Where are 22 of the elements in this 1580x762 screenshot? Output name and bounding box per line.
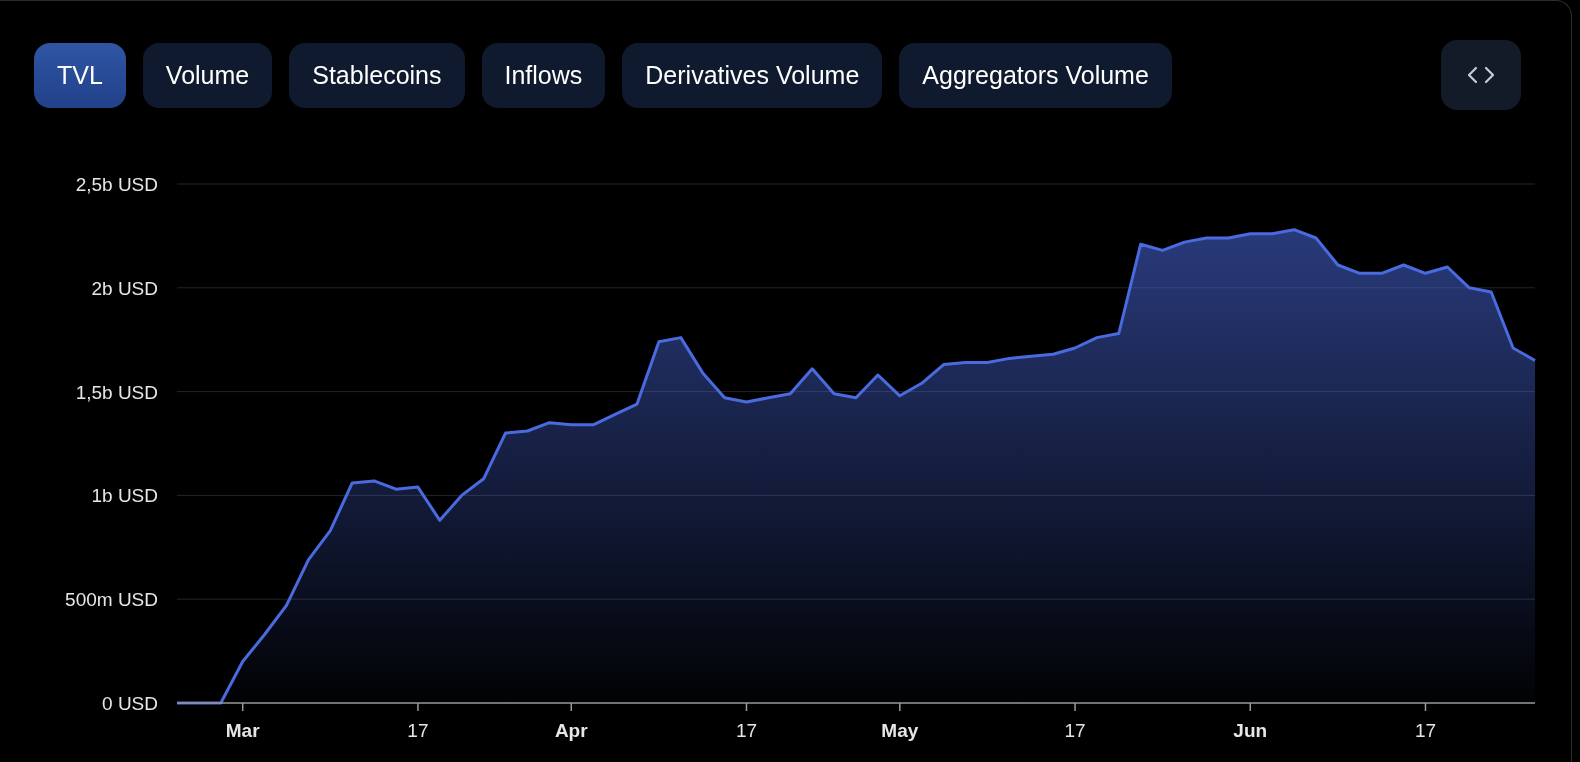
chart-tab[interactable]: Stablecoins (289, 42, 465, 108)
chart-tab[interactable]: Volume (142, 42, 273, 108)
axis-label: Apr (554, 720, 588, 741)
axis-label: 17 (407, 720, 429, 741)
code-icon (1467, 66, 1495, 84)
axis-label: 1,5b USD (75, 381, 158, 403)
axis-label: 0 USD (102, 693, 158, 714)
axis-label: 500m USD (65, 589, 158, 611)
embed-button[interactable] (1441, 40, 1521, 110)
axis-label: 1b USD (91, 485, 158, 507)
axis-label: Mar (225, 720, 260, 741)
axis-label: 2,5b USD (75, 174, 158, 195)
axis-label: 17 (1414, 720, 1437, 741)
axis-label: May (881, 720, 919, 741)
chart-tab[interactable]: Derivatives Volume (622, 42, 883, 108)
chart-tab[interactable]: TVL (34, 42, 126, 108)
axis-label: Jun (1233, 720, 1268, 741)
chart-tab[interactable]: Aggregators Volume (899, 42, 1172, 108)
axis-label: 2b USD (91, 277, 158, 299)
chart-tab[interactable]: Inflows (481, 42, 606, 108)
axis-label: 17 (1064, 720, 1086, 741)
axis-label: 17 (735, 720, 758, 741)
